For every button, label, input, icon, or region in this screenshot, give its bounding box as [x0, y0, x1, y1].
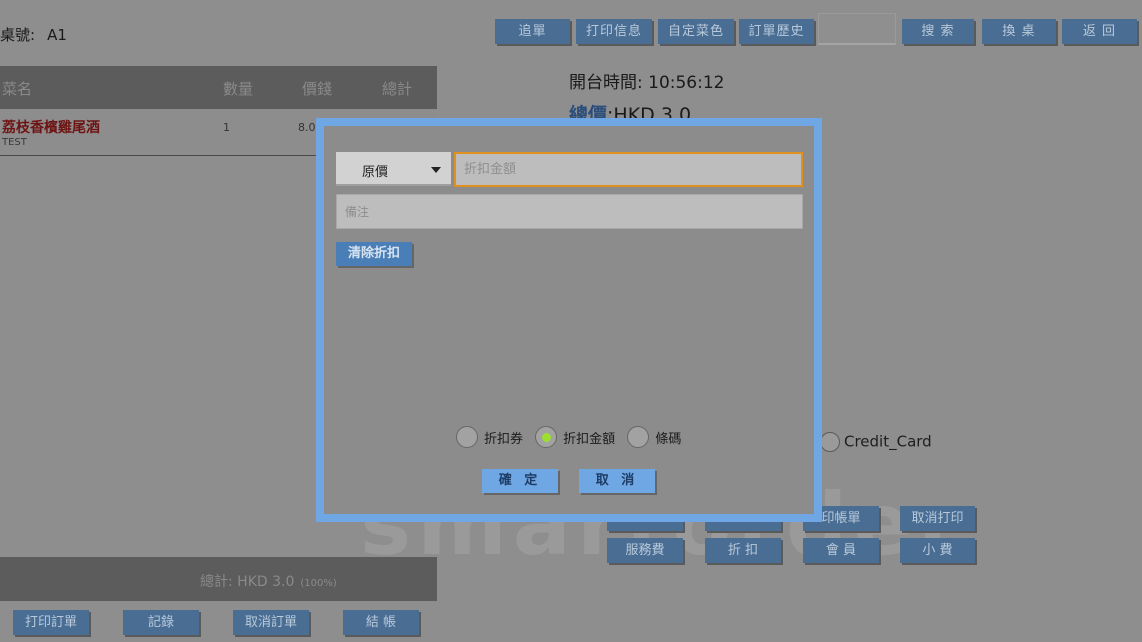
discount-dialog-body: 原價 清除折扣 折扣券 折扣金額 條碼 確 定 取 消 [324, 126, 814, 514]
credit-card-label: Credit_Card [844, 432, 932, 451]
table-number-label: 桌號: [0, 26, 36, 44]
item-name: 荔枝香檳雞尾酒 [2, 120, 100, 136]
table-number: 桌號: A1 [0, 24, 67, 45]
order-total: 總計: HKD 3.0 [200, 574, 295, 590]
checkout-button[interactable]: 結 帳 [343, 610, 419, 635]
discount-amount-input[interactable] [454, 152, 803, 187]
table-number-value: A1 [47, 26, 67, 44]
order-history-button[interactable]: 訂單歷史 [739, 19, 814, 44]
radio-icon [627, 426, 650, 448]
price-mode-selected: 原價 [362, 165, 389, 180]
column-quantity: 數量 [223, 80, 254, 98]
print-order-button[interactable]: 打印訂單 [13, 610, 89, 635]
cancel-order-button[interactable]: 取消訂單 [233, 610, 309, 635]
remark-input[interactable] [336, 194, 803, 229]
item-price: 8.0 [298, 121, 316, 134]
radio-discount-amount[interactable]: 折扣金額 [535, 426, 615, 448]
cancel-print-button[interactable]: 取消打印 [900, 506, 975, 531]
print-info-button[interactable]: 打印信息 [576, 19, 652, 44]
cancel-button[interactable]: 取 消 [579, 469, 655, 493]
column-price: 價錢 [302, 80, 333, 98]
change-table-button[interactable]: 換 桌 [982, 19, 1056, 44]
radio-icon [820, 432, 840, 452]
add-order-button[interactable]: 追單 [495, 19, 570, 44]
column-dish-name: 菜名 [2, 80, 33, 98]
order-total-percent: (100%) [300, 578, 337, 589]
radio-label: 折扣金額 [563, 431, 616, 447]
radio-label: 條碼 [655, 431, 682, 447]
radio-label: 折扣券 [484, 431, 524, 447]
discount-type-radio-group: 折扣券 折扣金額 條碼 [456, 426, 689, 452]
discount-button[interactable]: 折 扣 [705, 538, 781, 563]
custom-dish-button[interactable]: 自定菜色 [658, 19, 734, 44]
records-button[interactable]: 記錄 [123, 610, 199, 635]
service-fee-button[interactable]: 服務費 [607, 538, 683, 563]
tips-button[interactable]: 小 費 [900, 538, 975, 563]
open-time: 開台時間: 10:56:12 [569, 73, 725, 93]
caret-down-icon [431, 167, 441, 173]
back-button[interactable]: 返 回 [1062, 19, 1137, 44]
radio-selected-icon [535, 426, 558, 448]
item-quantity: 1 [223, 121, 230, 134]
column-subtotal: 總計 [382, 80, 413, 98]
confirm-button[interactable]: 確 定 [482, 469, 558, 493]
radio-barcode[interactable]: 條碼 [627, 426, 681, 448]
radio-discount-coupon[interactable]: 折扣券 [456, 426, 523, 448]
radio-icon [456, 426, 478, 448]
price-mode-dropdown[interactable]: 原價 [336, 152, 451, 186]
clear-discount-button[interactable]: 清除折扣 [336, 242, 412, 266]
search-button[interactable]: 搜 索 [902, 19, 974, 44]
item-note: TEST [2, 137, 27, 148]
member-button[interactable]: 會 員 [803, 538, 879, 563]
discount-dialog: 原價 清除折扣 折扣券 折扣金額 條碼 確 定 取 消 [316, 118, 822, 522]
payment-option-credit-card[interactable]: Credit_Card [820, 432, 932, 452]
order-table-header: 菜名 數量 價錢 總計 [0, 66, 437, 109]
search-input[interactable] [818, 13, 896, 45]
